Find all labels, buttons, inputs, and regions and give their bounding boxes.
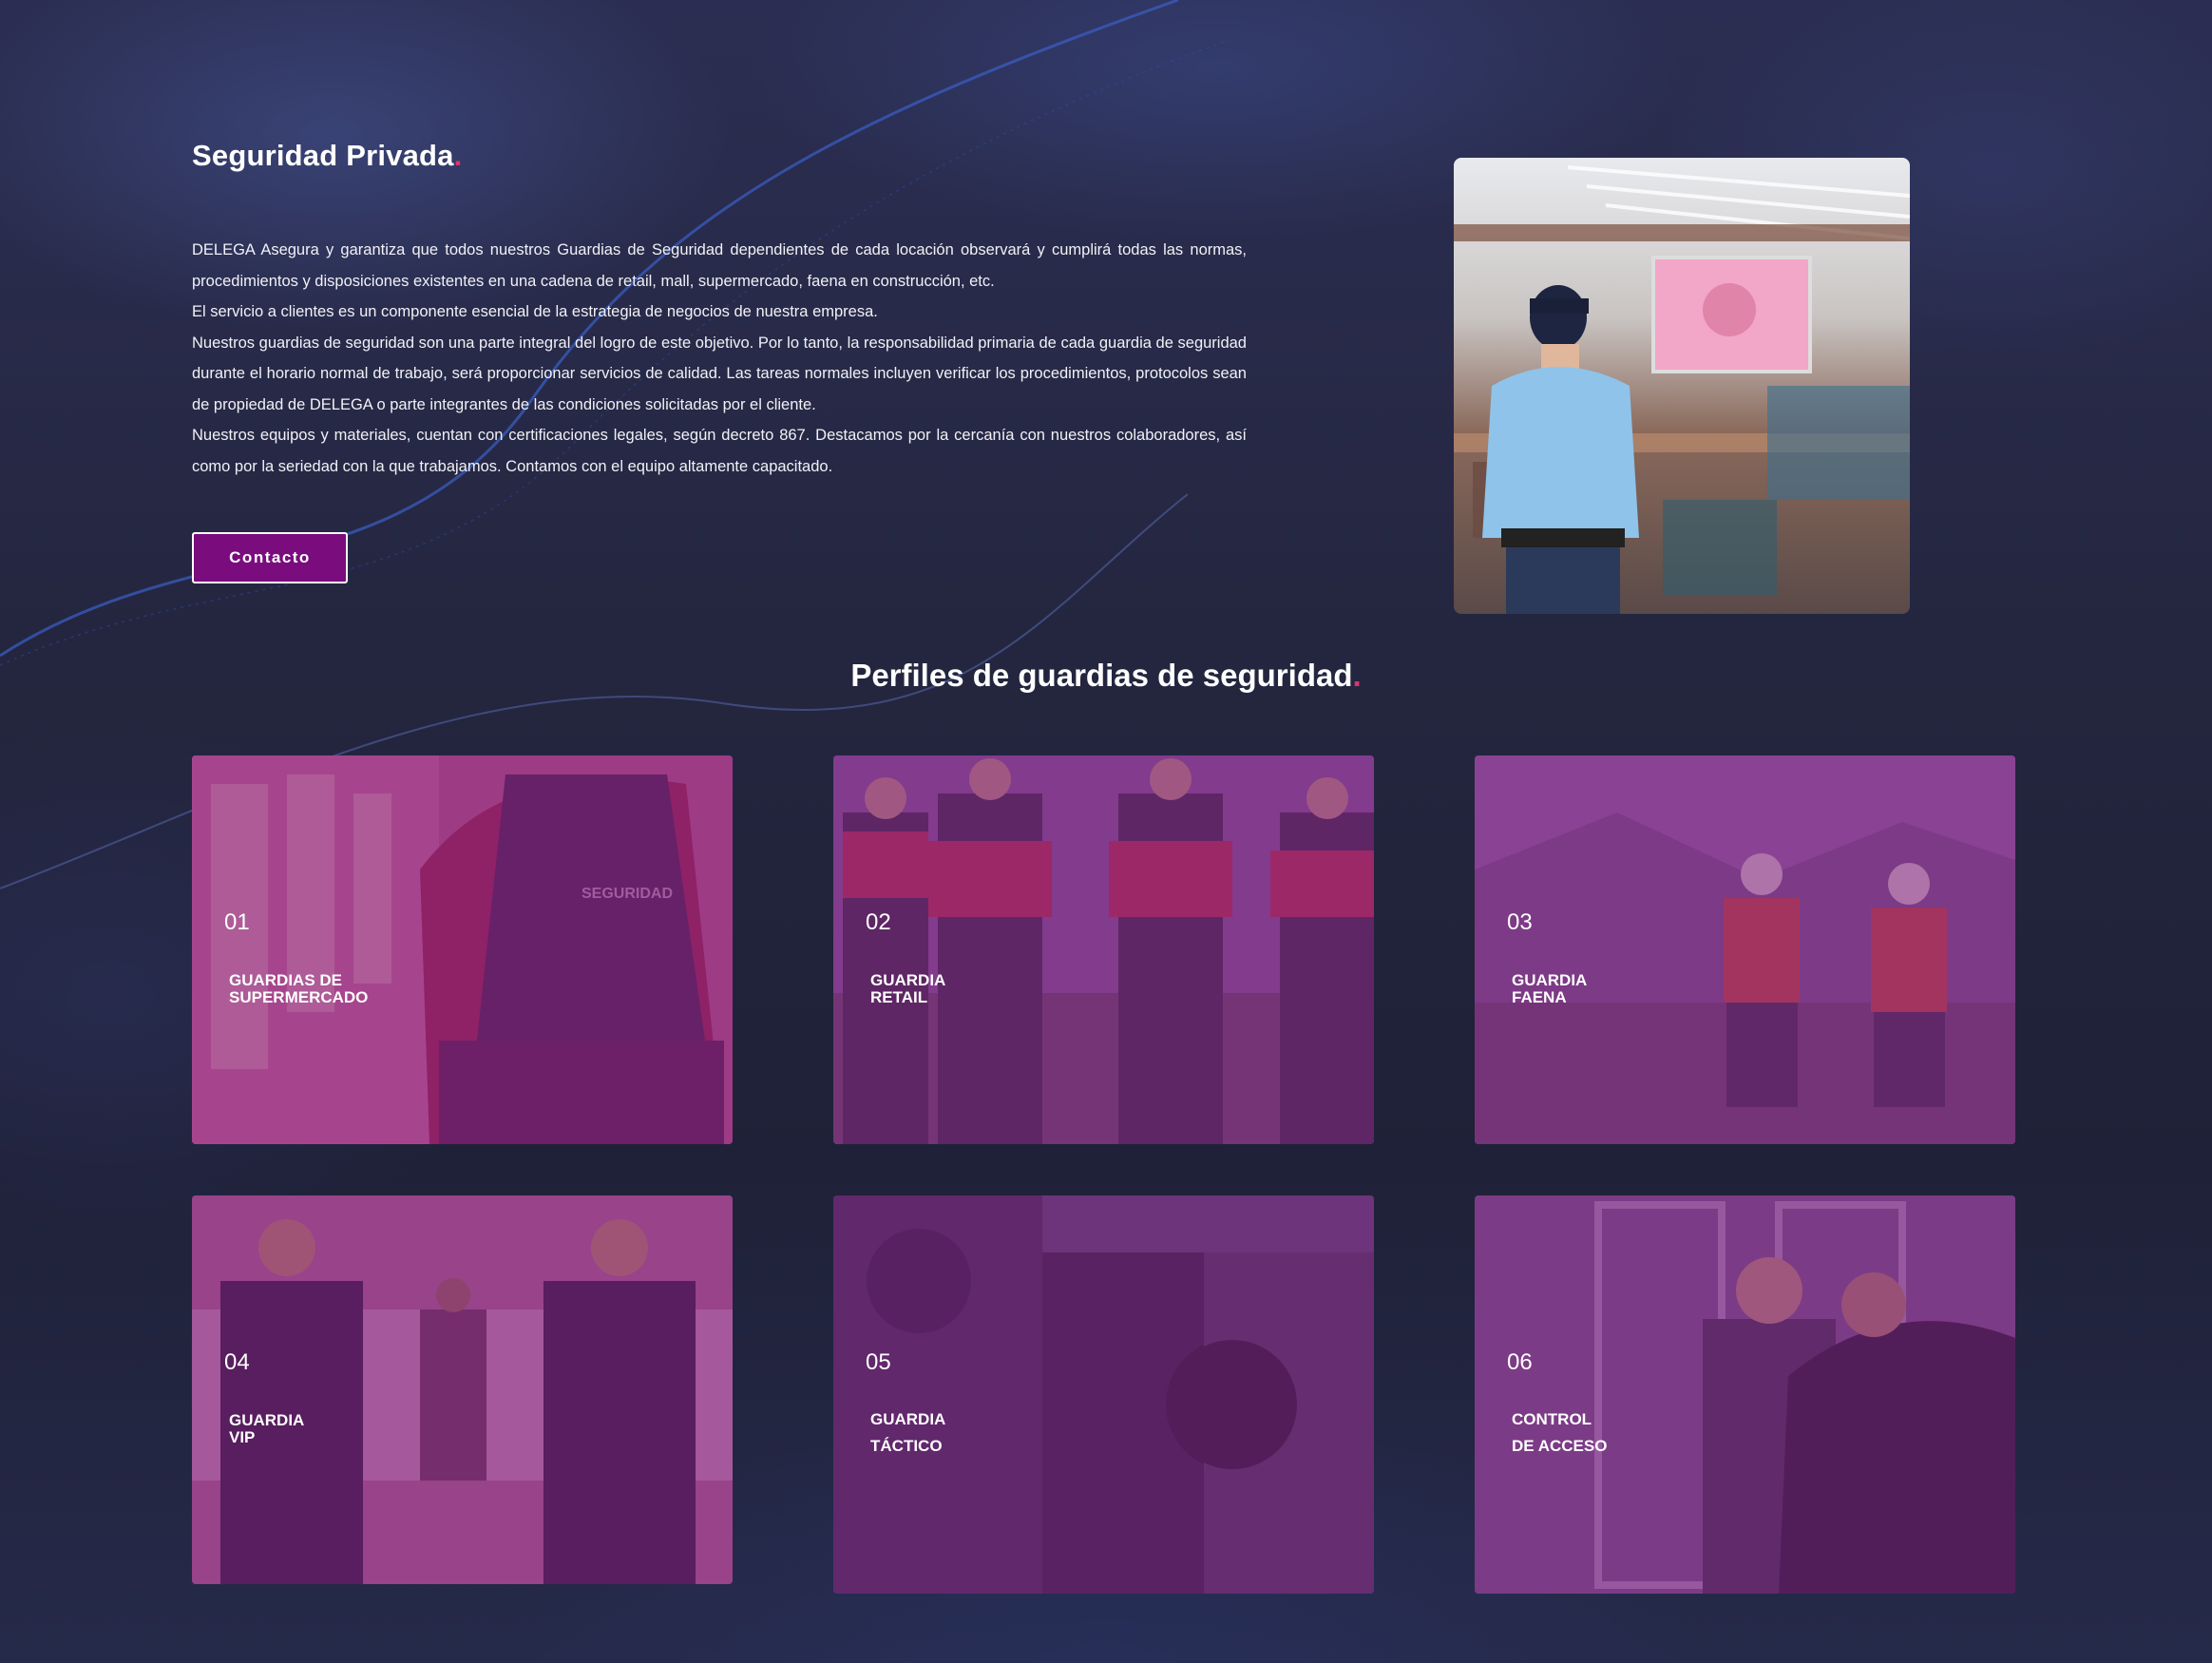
card-number: 03 <box>1507 909 1533 935</box>
section-description: DELEGA Asegura y garantiza que todos nue… <box>192 235 1247 482</box>
card-label: GUARDIA VIP <box>229 1411 305 1446</box>
card-number: 02 <box>866 909 891 935</box>
card-label: GUARDIA RETAIL <box>870 971 946 1006</box>
section-title: Seguridad Privada. <box>192 139 463 172</box>
card-number: 06 <box>1507 1349 1533 1375</box>
profile-card-vip[interactable]: 04 GUARDIA VIP <box>192 1195 733 1584</box>
card-label: GUARDIA TÁCTICO <box>870 1410 946 1455</box>
paragraph-2: El servicio a clientes es un componente … <box>192 303 878 320</box>
paragraph-1: DELEGA Asegura y garantiza que todos nue… <box>192 241 1247 290</box>
profile-card-supermarket[interactable]: SEGURIDAD 01 GUARDIAS DESUPERMERCADO <box>192 755 733 1144</box>
profile-card-faena[interactable]: 03 GUARDIA FAENA <box>1475 755 2015 1144</box>
profile-card-retail[interactable]: 02 GUARDIA RETAIL <box>833 755 1374 1144</box>
profile-card-tactical[interactable]: 05 GUARDIA TÁCTICO <box>833 1195 1374 1594</box>
card-number: 05 <box>866 1349 891 1375</box>
paragraph-4: Nuestros equipos y materiales, cuentan c… <box>192 427 1247 475</box>
paragraph-3: Nuestros guardias de seguridad son una p… <box>192 334 1247 413</box>
card-label: GUARDIAS DE SUPERMERCADO <box>229 971 369 1006</box>
card-label: CONTROL DE ACCESO <box>1512 1410 1608 1455</box>
card-number: 04 <box>224 1349 250 1375</box>
contact-button[interactable]: Contacto <box>192 532 348 583</box>
mall-security-guard-photo <box>1454 158 1910 614</box>
card-number: 01 <box>224 909 250 935</box>
profile-card-access-control[interactable]: 06 CONTROL DE ACCESO <box>1475 1195 2015 1594</box>
card-label: GUARDIA FAENA <box>1512 971 1588 1006</box>
profiles-title: Perfiles de guardias de seguridad. <box>850 658 1362 693</box>
